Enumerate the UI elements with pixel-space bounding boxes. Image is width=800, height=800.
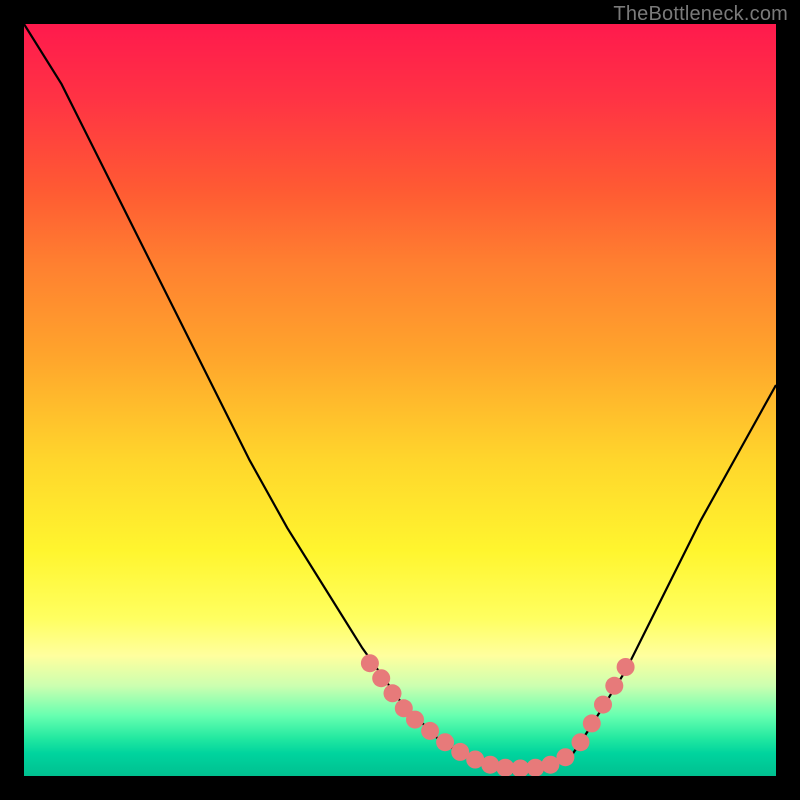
highlight-dot [406, 711, 424, 729]
highlight-dot [583, 714, 601, 732]
watermark-label: TheBottleneck.com [613, 3, 788, 26]
highlight-dots-group [361, 654, 635, 776]
highlight-dot [384, 684, 402, 702]
highlight-dot [361, 654, 379, 672]
highlight-dot [421, 722, 439, 740]
highlight-dot [481, 756, 499, 774]
curve-layer [24, 24, 776, 776]
highlight-dot [556, 748, 574, 766]
highlight-dot [436, 733, 454, 751]
highlight-dot [372, 669, 390, 687]
highlight-dot [572, 733, 590, 751]
highlight-dot [526, 759, 544, 776]
chart-stage: TheBottleneck.com [0, 0, 800, 800]
highlight-dot [594, 696, 612, 714]
highlight-dot [617, 658, 635, 676]
bottleneck-curve [24, 24, 776, 772]
highlight-dot [605, 677, 623, 695]
